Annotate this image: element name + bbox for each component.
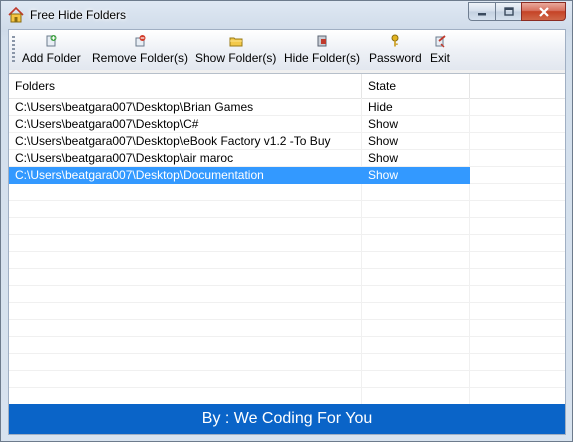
grid-line: [9, 217, 565, 218]
grid-line: [9, 336, 565, 337]
folder-path-cell: C:\Users\beatgara007\Desktop\Documentati…: [9, 167, 362, 184]
grid-line: [9, 234, 565, 235]
folder-path-cell: C:\Users\beatgara007\Desktop\Brian Games: [15, 100, 254, 114]
folders-list-view[interactable]: Folders State C:\Users\beatgara007\Deskt…: [9, 73, 565, 405]
remove-folder-icon: [135, 35, 146, 47]
grid-line: [9, 370, 565, 371]
remove-folder-button[interactable]: Remove Folder(s): [92, 33, 188, 67]
app-window: Free Hide Folders Add Folder Remove Fold…: [0, 0, 573, 442]
exit-icon: [435, 35, 446, 48]
column-header-folders[interactable]: Folders: [9, 74, 362, 98]
caption-buttons: [468, 2, 566, 21]
state-cell: Show: [368, 117, 399, 131]
show-folder-button[interactable]: Show Folder(s): [195, 33, 276, 67]
grid-line: [9, 319, 565, 320]
key-icon: [391, 34, 399, 47]
table-row[interactable]: C:\Users\beatgara007\Desktop\eBook Facto…: [9, 133, 565, 150]
show-folder-icon: [229, 37, 243, 47]
exit-button[interactable]: Exit: [430, 33, 450, 67]
maximize-icon: [503, 6, 514, 16]
column-header-state[interactable]: State: [362, 74, 470, 98]
minimize-button[interactable]: [468, 2, 495, 21]
password-button[interactable]: Password: [369, 33, 422, 67]
credits-banner: By : We Coding For You: [9, 404, 565, 434]
state-cell: Show: [368, 134, 399, 148]
client-area: Add Folder Remove Folder(s) Show Folder(…: [8, 29, 566, 435]
title-bar[interactable]: Free Hide Folders: [1, 1, 572, 29]
grid-line: [9, 200, 565, 201]
table-row[interactable]: C:\Users\beatgara007\Desktop\air maroc S…: [9, 150, 565, 167]
close-button[interactable]: [521, 2, 566, 21]
grid-line: [9, 353, 565, 354]
app-house-icon: [8, 6, 24, 23]
show-folder-label: Show Folder(s): [195, 51, 277, 65]
add-folder-label: Add Folder: [22, 51, 81, 65]
grid-line: [9, 268, 565, 269]
close-icon: [538, 6, 549, 17]
hide-folder-button[interactable]: Hide Folder(s): [284, 33, 360, 67]
grid-line: [9, 387, 565, 388]
state-cell: Hide: [368, 100, 393, 114]
minimize-icon: [478, 12, 486, 15]
toolbar-grip[interactable]: [12, 36, 15, 64]
grid-line: [9, 285, 565, 286]
add-folder-icon: [46, 35, 57, 47]
exit-label: Exit: [430, 51, 451, 65]
add-folder-button[interactable]: Add Folder: [22, 33, 81, 67]
grid-line: [9, 251, 565, 252]
maximize-button[interactable]: [495, 2, 521, 21]
remove-folder-label: Remove Folder(s): [92, 51, 189, 65]
window-title: Free Hide Folders: [30, 8, 127, 22]
hide-folder-label: Hide Folder(s): [284, 51, 361, 65]
password-label: Password: [369, 51, 422, 65]
table-row[interactable]: C:\Users\beatgara007\Desktop\Brian Games…: [9, 99, 565, 116]
toolbar: Add Folder Remove Folder(s) Show Folder(…: [9, 30, 565, 70]
list-header: Folders State: [9, 74, 565, 99]
state-cell: Show: [368, 151, 399, 165]
table-row-selected[interactable]: C:\Users\beatgara007\Desktop\Documentati…: [9, 167, 565, 184]
table-row[interactable]: C:\Users\beatgara007\Desktop\C# Show: [9, 116, 565, 133]
folder-path-cell: C:\Users\beatgara007\Desktop\eBook Facto…: [15, 134, 331, 148]
folder-path-cell: C:\Users\beatgara007\Desktop\C#: [15, 117, 199, 131]
state-cell: Show: [362, 167, 470, 184]
grid-line: [9, 302, 565, 303]
hide-folder-icon: [317, 35, 327, 47]
folder-path-cell: C:\Users\beatgara007\Desktop\air maroc: [15, 151, 234, 165]
